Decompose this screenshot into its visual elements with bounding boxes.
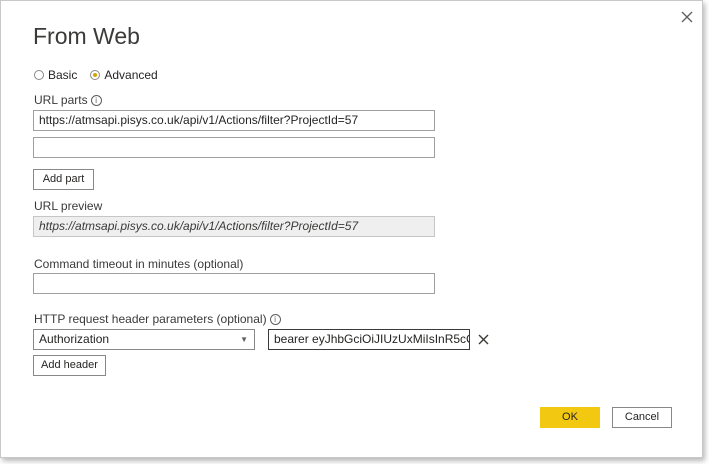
info-icon[interactable]: i [90,95,102,106]
radio-advanced-circle[interactable] [90,70,101,80]
url-parts-heading: URL parts i [34,93,102,107]
radio-basic-label: Basic [48,68,78,82]
url-preview-label: URL preview [34,199,103,213]
header-name-dropdown[interactable]: Authorization ▼ [33,329,255,350]
url-parts-label: URL parts [34,93,88,107]
add-part-button[interactable]: Add part [33,169,94,190]
timeout-label: Command timeout in minutes (optional) [34,257,244,271]
chevron-down-icon: ▼ [240,335,248,344]
headers-label: HTTP request header parameters (optional… [34,312,267,326]
remove-icon[interactable] [477,333,490,346]
url-part-input-2[interactable] [33,137,435,158]
headers-heading: HTTP request header parameters (optional… [34,312,281,326]
header-name-selected: Authorization [39,332,110,346]
radio-advanced[interactable]: Advanced [90,68,158,82]
dialog-title: From Web [33,23,140,49]
header-value-input[interactable]: bearer eyJhbGciOiJIUzUxMiIsInR5cCI6 [268,329,470,350]
from-web-dialog: From Web Basic Advanced URL parts i https… [0,0,703,458]
radio-basic-circle[interactable] [34,70,44,80]
timeout-input[interactable] [33,273,435,294]
url-preview-field: https://atmsapi.pisys.co.uk/api/v1/Actio… [33,216,435,237]
radio-advanced-label: Advanced [104,68,158,82]
mode-radio-group: Basic Advanced [34,67,171,83]
url-part-input-1[interactable]: https://atmsapi.pisys.co.uk/api/v1/Actio… [33,110,435,131]
ok-button[interactable]: OK [540,407,600,428]
cancel-button[interactable]: Cancel [612,407,672,428]
close-icon[interactable] [678,8,696,26]
info-icon[interactable]: i [269,314,281,325]
radio-basic[interactable]: Basic [34,68,77,82]
add-header-button[interactable]: Add header [33,355,106,376]
